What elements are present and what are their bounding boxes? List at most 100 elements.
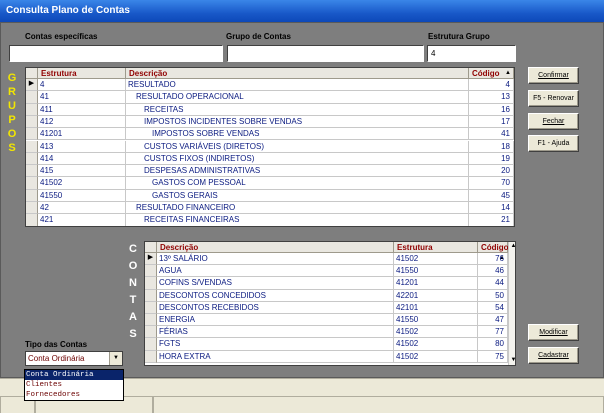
table-row[interactable]: ▶ 4 RESULTADO 4 xyxy=(26,79,514,92)
column-header-estrutura[interactable]: Estrutura xyxy=(38,68,126,79)
table-row[interactable]: 41 RESULTADO OPERACIONAL 13 xyxy=(26,91,514,104)
row-indicator xyxy=(26,91,38,104)
contas-table[interactable]: Descrição Estrutura Código ▲ ▶ 13º SALÁRIO 415… xyxy=(144,241,516,366)
column-header-estrutura[interactable]: Estrutura xyxy=(394,242,478,253)
tipo-contas-selected: Conta Ordinária xyxy=(28,354,85,363)
table-row[interactable]: FGTS 41502 80 xyxy=(145,338,508,351)
table-row[interactable]: ▶ 13º SALÁRIO 41502 76 xyxy=(145,253,508,266)
row-indicator xyxy=(26,115,38,129)
window-title: Consulta Plano de Contas xyxy=(0,0,604,22)
fechar-button[interactable]: Fechar xyxy=(528,113,579,130)
contas-letter: T xyxy=(129,294,137,306)
row-indicator: ▶ xyxy=(145,253,157,266)
status-segment xyxy=(153,396,604,413)
table-row[interactable]: 411 RECEITAS 16 xyxy=(26,103,514,116)
row-indicator xyxy=(145,326,157,339)
table-row[interactable]: 413 CUSTOS VARIÁVEIS (DIRETOS) 18 xyxy=(26,140,514,153)
cell-codigo: 4 xyxy=(469,79,514,92)
row-indicator xyxy=(145,289,157,302)
table-row[interactable]: 414 CUSTOS FIXOS (INDIRETOS) 19 xyxy=(26,152,514,166)
table-row[interactable]: 412 IMPOSTOS INCIDENTES SOBRE VENDAS 17 xyxy=(26,115,514,129)
table-row[interactable]: 421 RECEITAS FINANCEIRAS 21 xyxy=(26,214,514,226)
vertical-scrollbar[interactable]: ▲▼ xyxy=(514,68,515,226)
cell-codigo: 47 xyxy=(478,314,508,327)
column-header-codigo[interactable]: Código ▲ xyxy=(478,242,509,261)
cell-codigo: 44 xyxy=(478,277,508,290)
cell-codigo: 80 xyxy=(478,338,508,351)
cell-descricao: IMPOSTOS SOBRE VENDAS xyxy=(126,128,469,141)
row-indicator xyxy=(26,152,38,166)
grupo-contas-input[interactable] xyxy=(227,45,424,62)
column-header-descricao[interactable]: Descrição xyxy=(126,68,469,79)
table-row[interactable]: HORA EXTRA 41502 75 xyxy=(145,350,508,363)
table-row[interactable]: COFINS S/VENDAS 41201 44 xyxy=(145,277,508,290)
tipo-contas-select[interactable]: Conta Ordinária ▼ xyxy=(25,351,123,366)
cell-estrutura: 4 xyxy=(38,79,126,92)
cell-codigo: 75 xyxy=(478,350,508,363)
tipo-contas-option[interactable]: Conta Ordinária xyxy=(25,370,123,380)
cell-estrutura: 42 xyxy=(38,202,126,215)
table-row[interactable]: 41502 GASTOS COM PESSOAL 70 xyxy=(26,177,514,190)
cell-codigo: 16 xyxy=(469,103,514,116)
cadastrar-button[interactable]: Cadastrar xyxy=(528,347,579,364)
chevron-down-icon[interactable]: ▼ xyxy=(109,352,122,365)
table-row[interactable]: 41550 GASTOS GERAIS 45 xyxy=(26,189,514,202)
cell-descricao: DESPESAS ADMINISTRATIVAS xyxy=(126,165,469,178)
cell-estrutura: 41502 xyxy=(394,338,478,351)
cell-descricao: DESCONTOS RECEBIDOS xyxy=(157,301,394,314)
row-indicator xyxy=(26,189,38,202)
contas-letter: N xyxy=(129,277,137,289)
cell-estrutura: 415 xyxy=(38,165,126,178)
cell-estrutura: 41502 xyxy=(394,253,478,266)
table-row[interactable]: 42 RESULTADO FINANCEIRO 14 xyxy=(26,202,514,215)
column-header-codigo[interactable]: Código ▲ xyxy=(469,68,514,79)
cell-codigo: 21 xyxy=(469,214,514,226)
contas-letter: C xyxy=(129,243,137,255)
cell-descricao: FGTS xyxy=(157,338,394,351)
grupos-table[interactable]: Estrutura Descrição Código ▲ ▶ 4 RESULTADO 4 41 R… xyxy=(25,67,515,227)
row-indicator xyxy=(26,214,38,226)
ajuda-button[interactable]: F1 - Ajuda xyxy=(528,135,579,152)
confirmar-button[interactable]: Confirmar xyxy=(528,67,579,84)
tipo-contas-option[interactable]: Fornecedores xyxy=(25,390,123,400)
tipo-contas-dropdown-list[interactable]: Conta Ordinária Clientes Fornecedores xyxy=(24,369,124,401)
grupos-letter: G xyxy=(7,72,17,84)
vertical-scrollbar[interactable]: ▲▼ xyxy=(508,242,515,365)
table-row[interactable]: FÉRIAS 41502 77 xyxy=(145,326,508,339)
row-pointer-icon: ▶ xyxy=(28,80,35,87)
row-indicator xyxy=(26,202,38,215)
cell-estrutura: 41502 xyxy=(38,177,126,190)
confirmar-label: Confirmar xyxy=(538,72,569,79)
cell-codigo: 19 xyxy=(469,152,514,166)
cell-codigo: 70 xyxy=(469,177,514,190)
cell-codigo: 20 xyxy=(469,165,514,178)
cell-estrutura: 42101 xyxy=(394,301,478,314)
cell-estrutura: 41502 xyxy=(394,326,478,339)
cell-descricao: RESULTADO xyxy=(126,79,469,92)
table-row[interactable]: DESCONTOS RECEBIDOS 42101 54 xyxy=(145,301,508,314)
main-panel: Contas específicas Grupo de Contas Estru… xyxy=(0,22,604,378)
cell-codigo: 45 xyxy=(469,189,514,202)
table-row[interactable]: ENERGIA 41550 47 xyxy=(145,314,508,327)
row-indicator xyxy=(145,350,157,363)
table-row[interactable]: AGUA 41550 46 xyxy=(145,265,508,278)
table-row[interactable]: DESCONTOS CONCEDIDOS 42201 50 xyxy=(145,289,508,302)
cell-estrutura: 41550 xyxy=(38,189,126,202)
cell-estrutura: 414 xyxy=(38,152,126,166)
cell-codigo: 41 xyxy=(469,128,514,141)
cell-descricao: GASTOS GERAIS xyxy=(126,189,469,202)
row-indicator xyxy=(26,140,38,153)
estrutura-grupo-input[interactable]: 4 xyxy=(427,45,516,62)
scroll-up-icon[interactable]: ▲ xyxy=(509,242,515,251)
tipo-contas-label: Tipo das Contas xyxy=(25,340,88,349)
scroll-down-icon[interactable]: ▼ xyxy=(509,356,515,365)
table-row[interactable]: 41201 IMPOSTOS SOBRE VENDAS 41 xyxy=(26,128,514,141)
row-indicator xyxy=(145,314,157,327)
tipo-contas-option[interactable]: Clientes xyxy=(25,380,123,390)
modificar-button[interactable]: Modificar xyxy=(528,324,579,341)
table-row[interactable]: 415 DESPESAS ADMINISTRATIVAS 20 xyxy=(26,165,514,178)
renovar-button[interactable]: F5 - Renovar xyxy=(528,90,579,107)
column-header-descricao[interactable]: Descrição xyxy=(157,242,394,253)
cell-estrutura: 42201 xyxy=(394,289,478,302)
contas-especificas-input[interactable] xyxy=(9,45,223,62)
